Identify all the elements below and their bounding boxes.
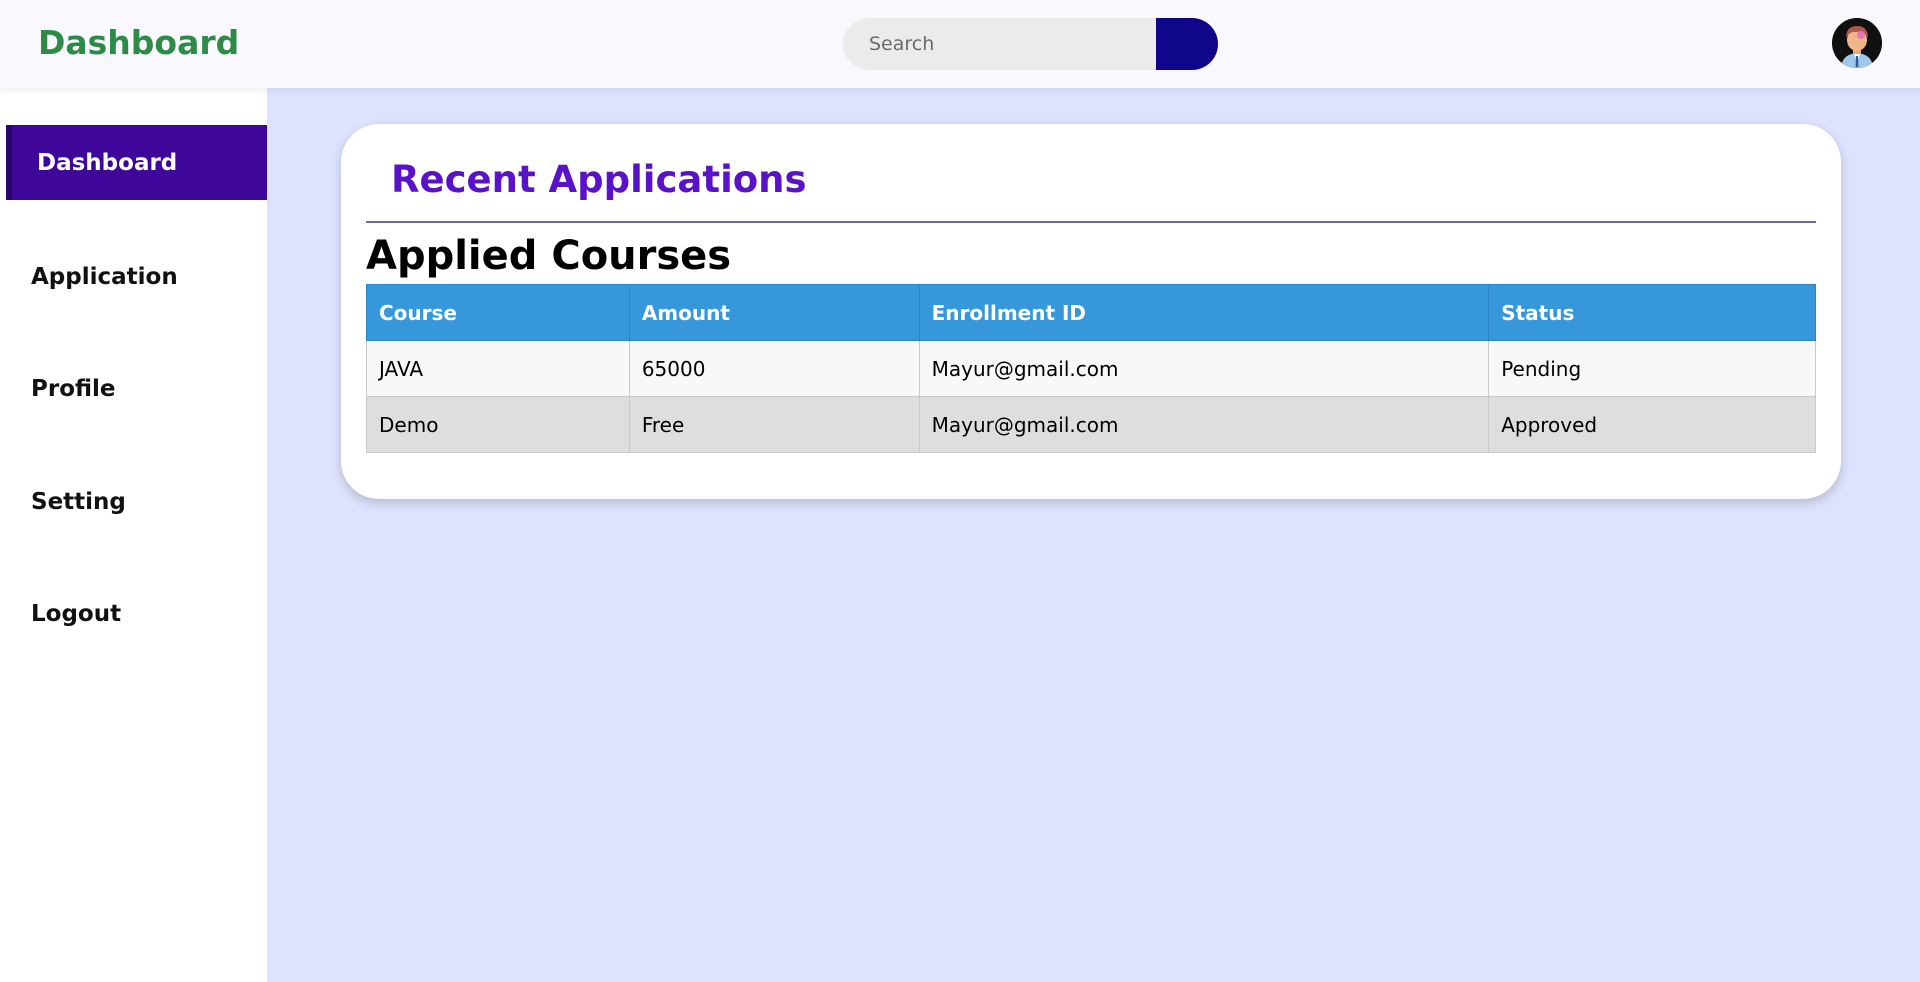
search-input[interactable] xyxy=(843,18,1156,70)
top-header: Dashboard xyxy=(0,0,1920,88)
section-title: Applied Courses xyxy=(366,233,732,279)
app-logo[interactable]: Dashboard xyxy=(38,22,239,64)
sidebar-item-profile[interactable]: Profile xyxy=(6,351,267,426)
table-header-row: Course Amount Enrollment ID Status xyxy=(366,284,1816,341)
sidebar-item-setting[interactable]: Setting xyxy=(6,464,267,539)
sidebar-item-logout[interactable]: Logout xyxy=(6,576,267,651)
cell-amount: 65000 xyxy=(628,340,920,397)
table-row: JAVA 65000 Mayur@gmail.com Pending xyxy=(366,340,1816,397)
avatar[interactable] xyxy=(1832,18,1882,68)
column-header-course: Course xyxy=(366,284,630,341)
divider xyxy=(366,221,1816,223)
search-button[interactable] xyxy=(1156,18,1218,70)
scrollbar-track[interactable] xyxy=(1901,88,1920,982)
recent-applications-card: Recent Applications Applied Courses Cour… xyxy=(341,124,1841,499)
column-header-enrollment-id: Enrollment ID xyxy=(918,284,1490,341)
cell-enrollment-id: Mayur@gmail.com xyxy=(918,340,1490,397)
sidebar-item-dashboard[interactable]: Dashboard xyxy=(6,125,267,200)
column-header-amount: Amount xyxy=(628,284,920,341)
cell-enrollment-id: Mayur@gmail.com xyxy=(918,396,1490,453)
cell-course: JAVA xyxy=(366,340,630,397)
applied-courses-table: Course Amount Enrollment ID Status JAVA … xyxy=(366,284,1816,453)
table-row: Demo Free Mayur@gmail.com Approved xyxy=(366,396,1816,453)
user-avatar-icon xyxy=(1832,18,1882,68)
cell-course: Demo xyxy=(366,396,630,453)
card-title: Recent Applications xyxy=(391,158,807,201)
cell-status: Approved xyxy=(1488,396,1816,453)
cell-amount: Free xyxy=(628,396,920,453)
search-bar xyxy=(843,18,1218,70)
column-header-status: Status xyxy=(1488,284,1816,341)
sidebar-item-application[interactable]: Application xyxy=(6,239,267,314)
sidebar: Dashboard Application Profile Setting Lo… xyxy=(0,88,267,982)
cell-status: Pending xyxy=(1488,340,1816,397)
